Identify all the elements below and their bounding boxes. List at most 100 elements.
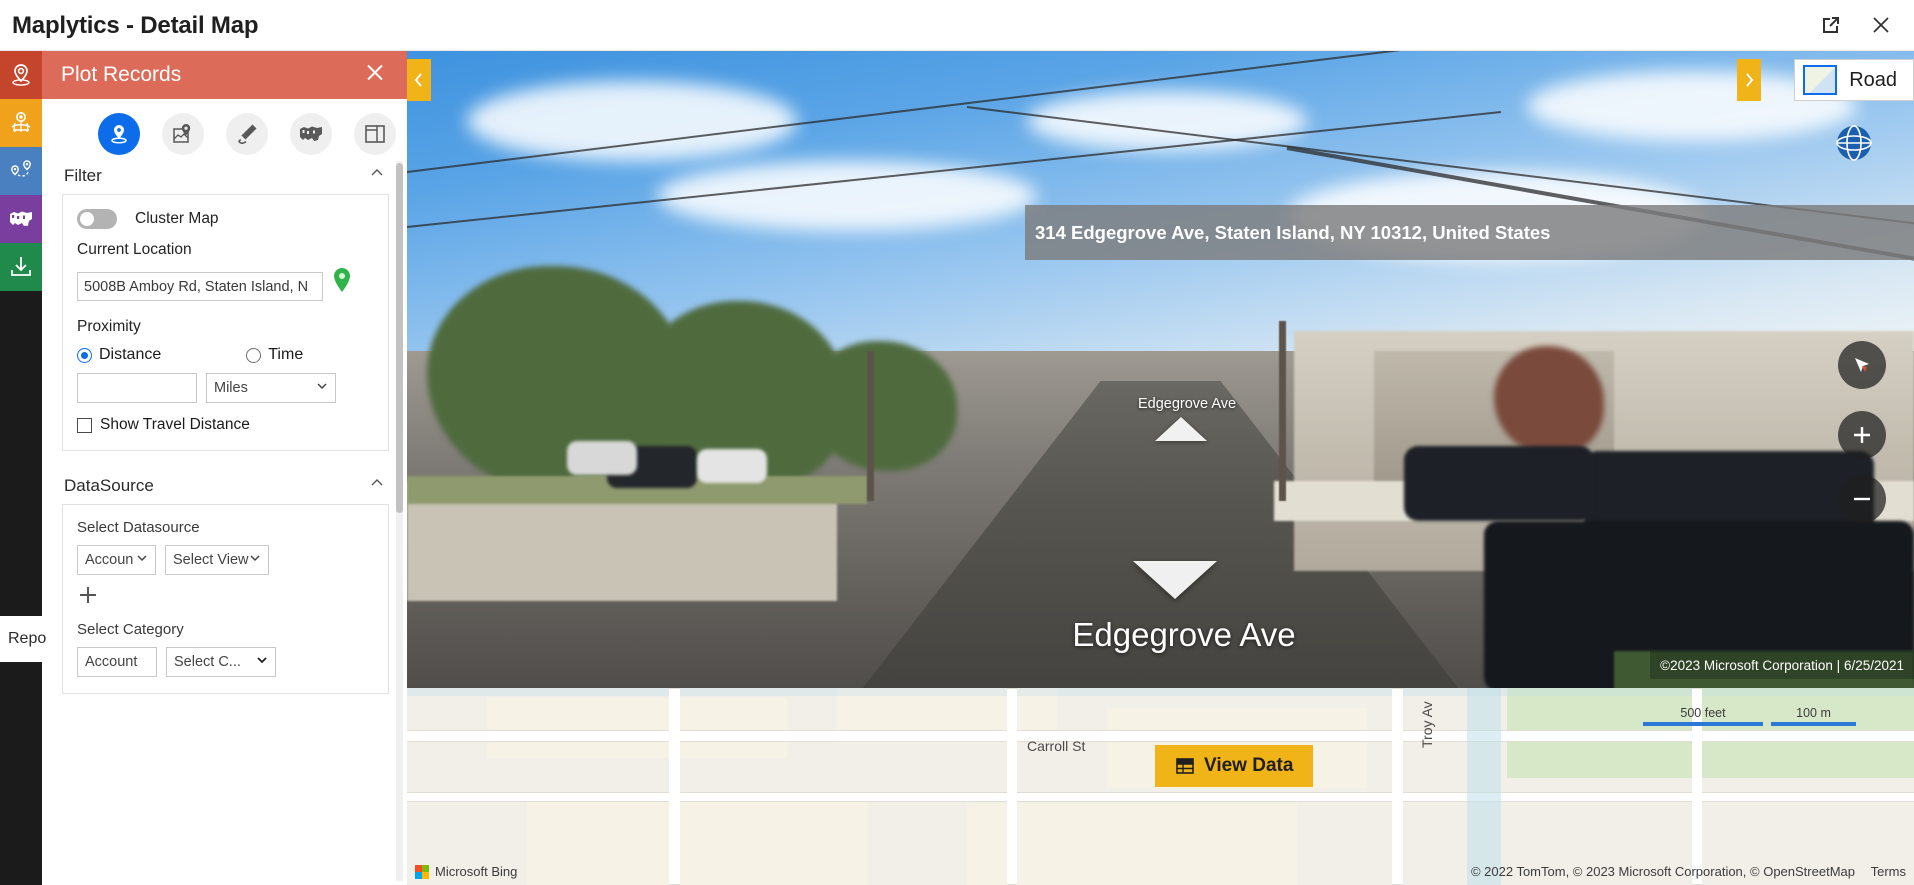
pencil-draw-icon xyxy=(238,124,257,144)
sidebar-item-territory[interactable] xyxy=(0,99,42,147)
streetside-forward-chevron[interactable] xyxy=(1133,561,1217,599)
radio-distance[interactable] xyxy=(77,347,92,363)
select-datasource-label: Select Datasource xyxy=(77,519,200,536)
tab-usa-shape[interactable] xyxy=(290,113,332,155)
map-attribution: © 2022 TomTom, © 2023 Microsoft Corporat… xyxy=(1471,864,1906,879)
filter-section-header[interactable]: Filter xyxy=(62,155,389,194)
streetside-address-bar: 314 Edgegrove Ave, Staten Island, NY 103… xyxy=(1025,205,1914,260)
plus-icon xyxy=(80,587,96,603)
show-travel-distance-row: Show Travel Distance xyxy=(77,416,374,434)
show-travel-distance-checkbox[interactable] xyxy=(77,417,92,433)
attribution-text: © 2022 TomTom, © 2023 Microsoft Corporat… xyxy=(1470,864,1855,879)
popout-icon[interactable] xyxy=(1814,8,1848,42)
scale-meter-label: 100 m xyxy=(1796,706,1831,720)
tab-layout[interactable] xyxy=(354,113,396,155)
chevron-down-icon xyxy=(255,653,269,671)
minimap-street-label: Carroll St xyxy=(1027,738,1086,754)
street-label-large: Edgegrove Ave xyxy=(1072,616,1296,653)
microsoft-logo-icon xyxy=(415,864,429,879)
zoom-out-button[interactable] xyxy=(1838,475,1886,523)
streetside-address: 314 Edgegrove Ave, Staten Island, NY 103… xyxy=(1035,221,1551,243)
datasource-entity-value: Accoun xyxy=(85,552,134,568)
radio-distance-label: Distance xyxy=(99,346,162,363)
filter-section-title: Filter xyxy=(64,165,102,185)
datasource-section-header[interactable]: DataSource xyxy=(62,465,389,504)
territory-globe-person-icon xyxy=(11,112,31,133)
tab-plot-region[interactable] xyxy=(162,113,204,155)
chevron-up-icon[interactable] xyxy=(369,475,385,496)
distance-input[interactable] xyxy=(77,373,197,403)
route-pins-icon xyxy=(11,160,31,177)
left-icon-rail xyxy=(0,51,42,885)
minus-icon xyxy=(1854,497,1870,501)
panel-scrollbar[interactable] xyxy=(396,163,403,513)
panel-close-icon[interactable] xyxy=(363,61,387,90)
current-location-input[interactable] xyxy=(77,272,323,301)
usa-map-icon xyxy=(300,126,322,141)
terms-link[interactable]: Terms xyxy=(1871,864,1906,879)
close-icon[interactable] xyxy=(1864,8,1898,42)
cluster-map-toggle[interactable] xyxy=(77,209,117,229)
add-datasource-button[interactable] xyxy=(77,583,99,611)
tab-draw[interactable] xyxy=(226,113,268,155)
panel-title: Plot Records xyxy=(61,63,182,86)
distance-units-value: Miles xyxy=(214,380,248,396)
category-select[interactable]: Select C... xyxy=(166,647,276,677)
pin-region-icon xyxy=(173,124,191,143)
panel-body: Filter Cluster Map Current Location 5008… xyxy=(42,155,407,885)
datasource-view-select[interactable]: Select View xyxy=(165,545,269,575)
download-icon xyxy=(11,257,31,276)
category-entity-value: Account xyxy=(85,654,138,670)
page-title: Maplytics - Detail Map xyxy=(12,12,259,39)
select-category-label: Select Category xyxy=(77,621,184,638)
map-style-button[interactable]: Road xyxy=(1794,59,1914,101)
layout-panel-icon xyxy=(365,125,385,143)
proximity-radio-group: Distance Time xyxy=(77,346,374,364)
current-location-label: Current Location xyxy=(77,241,192,258)
proximity-label: Proximity xyxy=(77,318,141,335)
map-scale-bar: 500 feet 100 m xyxy=(1643,706,1856,726)
map-pin-drop-icon xyxy=(111,125,127,144)
report-tab[interactable]: Repo xyxy=(0,616,56,662)
sidebar-item-export[interactable] xyxy=(0,243,42,291)
datasource-entity-select[interactable]: Accoun xyxy=(77,545,156,575)
bing-globe-icon[interactable] xyxy=(1832,121,1876,165)
bing-logo[interactable]: Microsoft Bing xyxy=(415,864,517,879)
category-entity-select[interactable]: Account xyxy=(77,647,157,677)
street-label-small: Edgegrove Ave xyxy=(1137,396,1237,412)
app-root: Maplytics - Detail Map Repo Plot Records… xyxy=(0,0,1914,885)
category-selects-row: Account Select C... xyxy=(77,647,374,677)
map-area: Edgegrove Ave Edgegrove Ave ©2023 Micros… xyxy=(407,51,1914,885)
map-pin-icon xyxy=(12,64,30,86)
bing-logo-label: Microsoft Bing xyxy=(435,864,518,879)
streetside-credit: ©2023 Microsoft Corporation | 6/25/2021 xyxy=(1650,651,1914,679)
datasource-selects-row: Accoun Select View xyxy=(77,545,374,575)
green-pin-icon[interactable] xyxy=(331,267,353,306)
chevron-up-icon[interactable] xyxy=(369,165,385,186)
distance-units-select[interactable]: Miles xyxy=(206,373,336,403)
show-travel-distance-label: Show Travel Distance xyxy=(100,416,250,433)
map-style-next-button[interactable] xyxy=(1737,59,1761,101)
sidebar-item-route[interactable] xyxy=(0,147,42,195)
window-titlebar: Maplytics - Detail Map xyxy=(0,0,1914,51)
view-data-label: View Data xyxy=(1204,755,1294,776)
cluster-map-label: Cluster Map xyxy=(135,210,219,227)
navigation-cursor-icon[interactable] xyxy=(1838,341,1886,389)
minimap-street-label: Troy Av xyxy=(1419,701,1435,748)
radio-time[interactable] xyxy=(246,347,262,363)
zoom-in-button[interactable] xyxy=(1838,411,1886,459)
datasource-view-value: Select View xyxy=(173,552,249,568)
radio-time-label: Time xyxy=(268,346,304,363)
plot-records-panel: Plot Records Filter Cluster Map Current … xyxy=(42,51,407,885)
chevron-down-icon xyxy=(248,551,262,569)
map-style-prev-button[interactable] xyxy=(407,59,431,101)
tab-plot-records[interactable] xyxy=(98,113,140,155)
streetside-back-chevron[interactable] xyxy=(1155,417,1207,441)
map-style-label: Road xyxy=(1849,68,1897,91)
view-data-button[interactable]: View Data xyxy=(1155,745,1314,787)
datasource-section-title: DataSource xyxy=(64,475,154,495)
sidebar-item-heatmap[interactable] xyxy=(0,195,42,243)
sidebar-item-plot-records[interactable] xyxy=(0,51,42,99)
datasource-card: Select Datasource Accoun Select View Sel… xyxy=(62,504,389,694)
streetside-view[interactable]: Edgegrove Ave Edgegrove Ave ©2023 Micros… xyxy=(407,51,1914,688)
